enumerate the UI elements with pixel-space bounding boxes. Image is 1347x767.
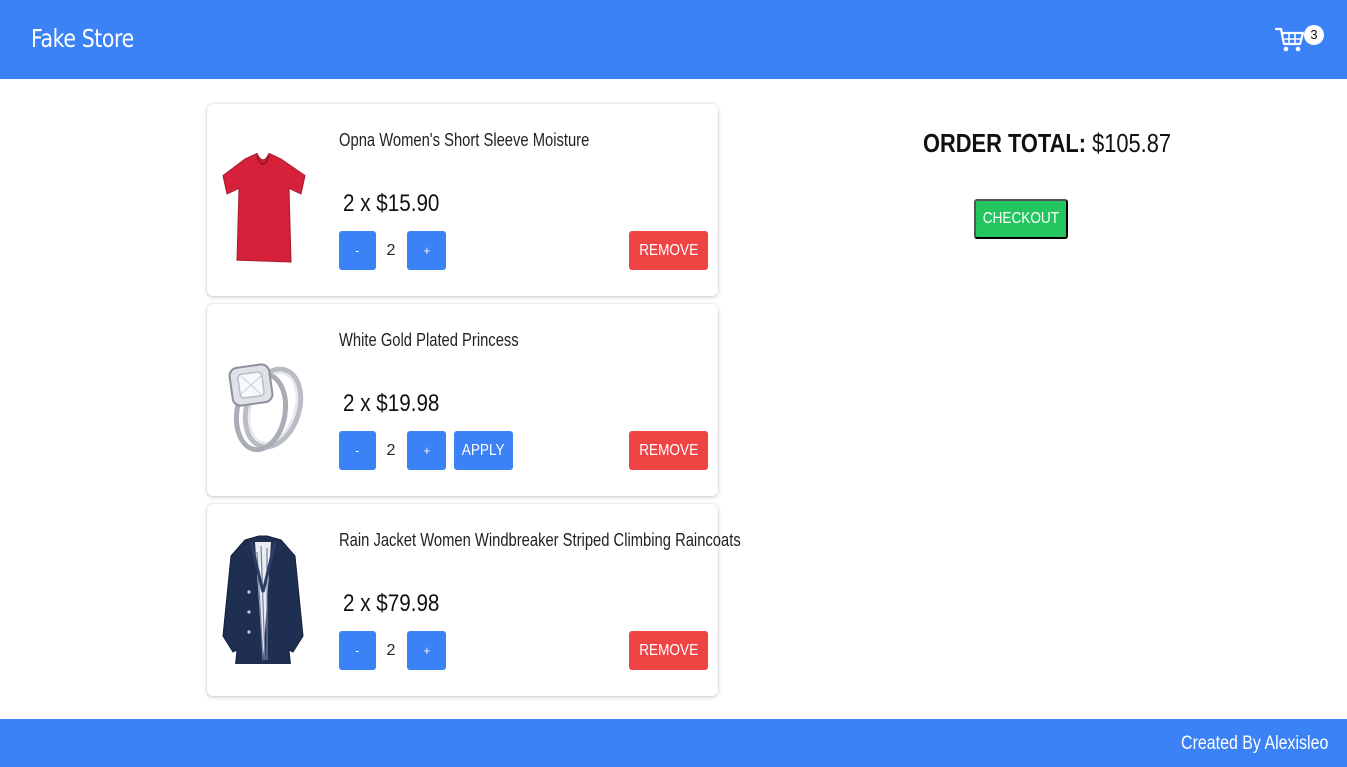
- decrease-qty-button[interactable]: -: [339, 231, 376, 270]
- cart-item-card: Rain Jacket Women Windbreaker Striped Cl…: [207, 504, 741, 696]
- decrease-qty-button[interactable]: -: [339, 431, 376, 470]
- remove-item-button[interactable]: REMOVE: [629, 431, 708, 470]
- order-total-label: ORDER TOTAL:: [923, 128, 1086, 158]
- checkout-button[interactable]: CHECKOUT: [974, 199, 1068, 239]
- remove-item-button[interactable]: REMOVE: [629, 631, 708, 670]
- cart-item-card: White Gold Plated Princess 2 x $19.98 - …: [207, 304, 718, 496]
- order-total: ORDER TOTAL: $105.87: [923, 128, 1171, 159]
- increase-qty-button[interactable]: +: [407, 231, 446, 270]
- product-title: Rain Jacket Women Windbreaker Striped Cl…: [339, 530, 741, 550]
- apply-button[interactable]: APPLY: [454, 431, 513, 470]
- quantity-value: 2: [386, 442, 396, 459]
- remove-item-button[interactable]: REMOVE: [629, 231, 708, 270]
- quantity-value: 2: [386, 242, 396, 259]
- cart-count-badge: 3: [1304, 25, 1324, 45]
- footer-credits: Created By Alexisleo: [1180, 733, 1328, 754]
- product-image-red-tshirt: [222, 152, 306, 263]
- product-price-line: 2 x $79.98: [343, 590, 440, 617]
- cart-button[interactable]: 3: [1275, 24, 1327, 56]
- footer: Created By Alexisleo: [0, 719, 1347, 767]
- decrease-qty-button[interactable]: -: [339, 631, 376, 670]
- product-price-line: 2 x $15.90: [343, 190, 440, 217]
- product-title: White Gold Plated Princess: [339, 330, 519, 350]
- top-navbar: Fake Store 3: [0, 0, 1347, 79]
- brand-logo[interactable]: Fake Store: [31, 24, 134, 53]
- shopping-cart-icon: [1275, 27, 1305, 52]
- order-total-value: $105.87: [1092, 128, 1172, 158]
- quantity-value: 2: [386, 642, 396, 659]
- product-title: Opna Women's Short Sleeve Moisture: [339, 130, 590, 150]
- product-price-line: 2 x $19.98: [343, 390, 440, 417]
- increase-qty-button[interactable]: +: [407, 631, 446, 670]
- increase-qty-button[interactable]: +: [407, 431, 446, 470]
- cart-item-card: Opna Women's Short Sleeve Moisture 2 x $…: [207, 104, 718, 296]
- product-image-diamond-ring: [228, 363, 304, 453]
- product-image-navy-raincoat: [222, 535, 304, 664]
